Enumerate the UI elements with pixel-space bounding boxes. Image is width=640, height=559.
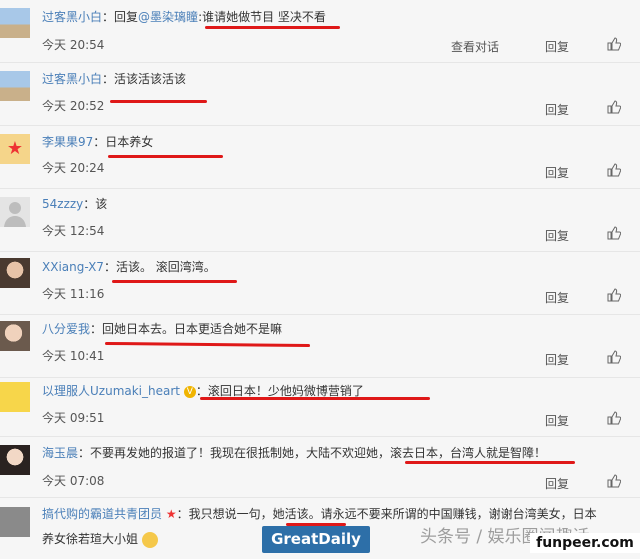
avatar[interactable] <box>0 8 30 38</box>
timestamp: 今天 20:52 <box>42 99 105 113</box>
comment-text: 回她日本去。日本更适合她不是嘛 <box>102 322 283 336</box>
thumbs-up-icon <box>607 474 622 488</box>
like-button[interactable] <box>607 350 622 367</box>
comment-item: ★ 李果果97：日本养女 今天 20:24 回复 <box>0 126 640 189</box>
reply-button[interactable]: 回复 <box>545 101 569 118</box>
comment-text: :谁请她做节目 坚决不看 <box>198 10 326 24</box>
avatar[interactable] <box>0 258 30 288</box>
avatar[interactable] <box>0 445 30 475</box>
reply-button[interactable]: 回复 <box>545 475 569 492</box>
avatar[interactable] <box>0 321 30 351</box>
comment-text: 不要再发她的报道了！我现在很抵制她，大陆不欢迎她，滚去日本，台湾人就是智障！ <box>90 446 547 460</box>
comment-text: 我只想说一句，她活该。请永远不要来所谓的中国赚钱，谢谢台湾美女，日本 <box>188 507 597 521</box>
username[interactable]: 54zzzy <box>42 197 83 211</box>
like-button[interactable] <box>607 474 622 491</box>
like-button[interactable] <box>607 100 622 117</box>
timestamp: 今天 09:51 <box>42 411 105 425</box>
like-button[interactable] <box>607 411 622 428</box>
username[interactable]: 过客黑小白 <box>42 10 102 24</box>
comment-text-continued: 养女徐若瑄大小姐 <box>42 532 139 546</box>
star-avatar-icon: ★ <box>6 138 24 159</box>
comment-item: 过客黑小白：活该活该活该 今天 20:52 回复 <box>0 63 640 126</box>
thumbs-up-icon <box>607 350 622 364</box>
reply-button[interactable]: 回复 <box>545 227 569 244</box>
greatdaily-watermark: GreatDaily <box>262 526 370 553</box>
avatar[interactable] <box>0 507 30 537</box>
timestamp: 今天 20:24 <box>42 161 105 175</box>
comment-item: XXiang-X7：活该。 滚回湾湾。 今天 11:16 回复 <box>0 252 640 315</box>
comment-text: 该 <box>95 197 108 211</box>
reply-prefix: 回复 <box>114 10 139 24</box>
timestamp: 今天 07:08 <box>42 474 105 488</box>
red-underline <box>112 280 237 283</box>
timestamp: 今天 10:41 <box>42 349 105 363</box>
reply-button[interactable]: 回复 <box>545 351 569 368</box>
username[interactable]: XXiang-X7 <box>42 260 104 274</box>
username[interactable]: 搞代购的霸道共青团员 <box>42 507 162 521</box>
red-underline <box>200 397 430 400</box>
reply-button[interactable]: 回复 <box>545 164 569 181</box>
red-underline <box>104 341 311 348</box>
thumbs-up-icon <box>607 163 622 177</box>
avatar[interactable]: ★ <box>0 134 30 164</box>
username[interactable]: 李果果97 <box>42 135 93 149</box>
thumbs-up-icon <box>607 411 622 425</box>
mention-link[interactable]: @墨染璃瞳 <box>138 10 198 24</box>
avatar[interactable] <box>0 197 30 227</box>
comment-header: 过客黑小白：回复@墨染璃瞳:谁请她做节目 坚决不看 <box>42 10 326 24</box>
like-button[interactable] <box>607 163 622 180</box>
username[interactable]: 以理服人Uzumaki_heart <box>42 384 180 398</box>
comment-text: 活该活该活该 <box>114 72 187 86</box>
comment-text: 日本养女 <box>105 135 154 149</box>
thumbs-up-icon <box>607 226 622 240</box>
reply-button[interactable]: 回复 <box>545 38 569 55</box>
red-underline <box>205 26 340 29</box>
comment-text: 滚回日本！少他妈微博营销了 <box>207 384 364 398</box>
username[interactable]: 过客黑小白 <box>42 72 102 86</box>
verified-badge-icon: V <box>183 385 196 398</box>
comment-item: 以理服人Uzumaki_heart V ：滚回日本！少他妈微博营销了 今天 09:… <box>0 374 640 437</box>
comment-item: 海玉晨：不要再发她的报道了！我现在很抵制她，大陆不欢迎她，滚去日本，台湾人就是智… <box>0 435 640 498</box>
view-thread-link[interactable]: 查看对话 <box>451 38 499 55</box>
comment-text: 活该。 滚回湾湾。 <box>115 260 216 274</box>
like-button[interactable] <box>607 288 622 305</box>
reply-button[interactable]: 回复 <box>545 289 569 306</box>
avatar[interactable] <box>0 382 30 412</box>
red-underline <box>405 461 575 464</box>
funpeer-watermark: funpeer.com <box>530 533 640 553</box>
avatar[interactable] <box>0 71 30 101</box>
default-avatar-icon <box>4 202 26 227</box>
thumbs-up-icon <box>607 100 622 114</box>
thumbs-up-icon <box>607 37 622 51</box>
like-button[interactable] <box>607 226 622 243</box>
star-badge-icon: ★ <box>165 507 177 521</box>
red-underline <box>110 100 207 103</box>
red-underline <box>108 155 223 158</box>
thumbs-up-icon <box>607 288 622 302</box>
comment-item: 过客黑小白：回复@墨染璃瞳:谁请她做节目 坚决不看 今天 20:54 查看对话 … <box>0 0 640 63</box>
username[interactable]: 海玉晨 <box>42 446 78 460</box>
like-button[interactable] <box>607 37 622 54</box>
username[interactable]: 八分爱我 <box>42 322 90 336</box>
reply-button[interactable]: 回复 <box>545 412 569 429</box>
timestamp: 今天 20:54 <box>42 38 105 52</box>
comment-item: 54zzzy：该 今天 12:54 回复 <box>0 189 640 252</box>
timestamp: 今天 11:16 <box>42 287 105 301</box>
timestamp: 今天 12:54 <box>42 224 105 238</box>
smiley-emoji-icon <box>141 531 158 548</box>
comment-item: 八分爱我：回她日本去。日本更适合她不是嘛 今天 10:41 回复 <box>0 315 640 378</box>
